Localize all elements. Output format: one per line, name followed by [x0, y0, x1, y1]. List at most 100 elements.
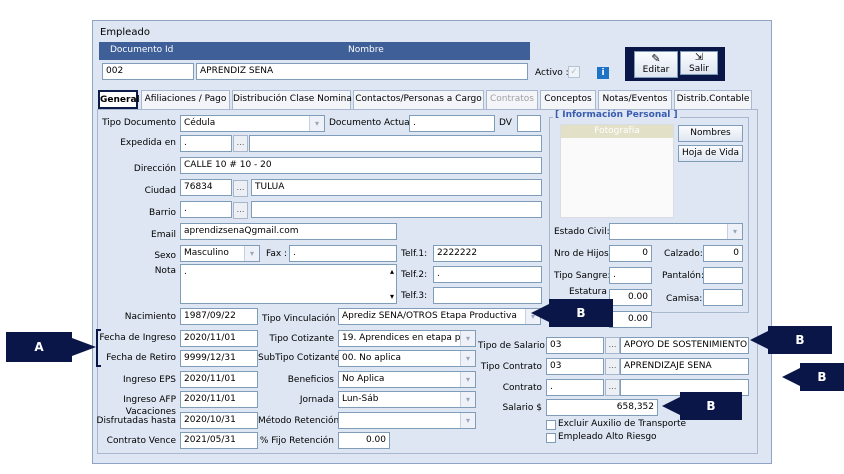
camisa-field[interactable] — [703, 289, 743, 306]
jornada-value: Lun-Sáb — [342, 394, 379, 404]
tipo-salario-name-field[interactable]: APOYO DE SOSTENIMIENTO — [620, 337, 749, 354]
fax-field[interactable]: . — [289, 245, 397, 262]
fijo-retencion-field[interactable]: 0.00 — [338, 432, 390, 449]
telf3-field[interactable] — [433, 287, 542, 304]
contrato-code-field[interactable]: . — [546, 379, 604, 396]
ciudad-code-field[interactable]: 76834 — [180, 179, 232, 196]
nacimiento-field[interactable]: 1987/09/22 — [180, 308, 258, 325]
jornada-label: Jornada — [299, 395, 334, 405]
email-field[interactable]: aprendizsenaQgmail.com — [180, 223, 397, 240]
personal-info-title: [ Información Personal ] — [553, 110, 680, 120]
callout-b-vinculacion: B — [549, 299, 613, 327]
expedida-code-field[interactable]: . — [180, 135, 232, 152]
barrio-code-field[interactable]: . — [180, 201, 232, 218]
tipo-cotizante-select[interactable]: 19. Aprendices en etapa produ ▾ — [338, 330, 476, 347]
tab-general[interactable]: General — [98, 90, 140, 109]
tipo-contrato-lookup-button[interactable]: … — [605, 358, 620, 375]
tab-distribucion-clase-nomina[interactable]: Distribución Clase Nomina — [232, 90, 352, 109]
name-field[interactable]: APRENDIZ SENA — [196, 63, 528, 80]
excluir-auxilio-checkbox[interactable] — [546, 420, 556, 430]
pantalon-field[interactable] — [703, 267, 743, 284]
documento-actual-field[interactable]: . — [409, 115, 495, 132]
vacaciones-field[interactable]: 2020/10/31 — [180, 412, 258, 429]
chevron-down-icon: ▾ — [460, 331, 475, 346]
salir-button[interactable]: ⇲ Salir — [680, 51, 718, 75]
contrato-vence-field[interactable]: 2021/05/31 — [180, 432, 258, 449]
document-id-field[interactable]: 002 — [102, 63, 194, 80]
nro-hijos-field[interactable]: 0 — [609, 245, 652, 262]
tipo-salario-code-field[interactable]: 03 — [546, 337, 604, 354]
callout-b-vinculacion-arrow — [531, 304, 549, 322]
nota-textarea[interactable]: . ▴ ▾ — [180, 264, 397, 304]
alto-riesgo-checkbox[interactable] — [546, 433, 556, 443]
barrio-name-field[interactable] — [251, 201, 542, 218]
tipo-sangre-field[interactable]: . — [609, 267, 652, 284]
activo-label: Activo : — [535, 68, 569, 78]
tipo-vinculacion-select[interactable]: Aprediz SENA/OTROS Etapa Productiva ▾ — [338, 308, 541, 325]
telf1-field[interactable]: 2222222 — [433, 245, 542, 262]
barrio-lookup-button[interactable]: … — [233, 202, 248, 219]
nacimiento-label: Nacimiento — [124, 312, 176, 322]
expedida-name-field[interactable] — [249, 135, 542, 152]
estatura-label: Estatura — [569, 287, 607, 297]
beneficios-label: Beneficios — [287, 375, 334, 385]
tipo-documento-select[interactable]: Cédula ▾ — [180, 115, 325, 132]
expedida-lookup-button[interactable]: … — [233, 135, 248, 152]
scroll-up-icon[interactable]: ▴ — [390, 267, 394, 276]
bracket-a — [96, 329, 101, 367]
tab-distrib-contable[interactable]: Distrib.Contable — [674, 90, 752, 109]
sexo-select[interactable]: Masculino ▾ — [180, 245, 260, 262]
sexo-value: Masculino — [184, 248, 229, 258]
contrato-lookup-button[interactable]: … — [605, 379, 620, 396]
fecha-ingreso-field[interactable]: 2020/11/01 — [180, 330, 258, 347]
tab-conceptos[interactable]: Conceptos — [540, 90, 596, 109]
peso-field[interactable]: 0.00 — [609, 311, 652, 328]
ingreso-afp-field[interactable]: 2020/11/01 — [180, 391, 258, 408]
direccion-label: Dirección — [133, 164, 176, 174]
photo-box[interactable]: Fotografía — [560, 124, 674, 218]
ciudad-lookup-button[interactable]: … — [233, 180, 248, 197]
info-icon[interactable]: i — [597, 67, 609, 79]
tab-contactos[interactable]: Contactos/Personas a Cargo — [353, 90, 484, 109]
activo-checkbox[interactable]: ✓ — [568, 66, 580, 78]
fecha-retiro-label: Fecha de Retiro — [106, 353, 176, 363]
tipo-vinculacion-value: Aprediz SENA/OTROS Etapa Productiva — [342, 311, 517, 321]
hoja-de-vida-button[interactable]: Hoja de Vida — [678, 145, 743, 162]
ciudad-name-field[interactable]: TULUA — [251, 179, 542, 196]
salario-field[interactable]: 658,352 — [546, 399, 658, 416]
scroll-down-icon[interactable]: ▾ — [390, 292, 394, 301]
ingreso-eps-field[interactable]: 2020/11/01 — [180, 371, 258, 388]
telf2-field[interactable]: . — [433, 266, 542, 283]
nombres-button[interactable]: Nombres — [678, 125, 743, 142]
callout-b-tipo-salario: B — [768, 326, 832, 354]
editar-button[interactable]: ✎ Editar — [634, 51, 678, 78]
jornada-select[interactable]: Lun-Sáb ▾ — [338, 391, 476, 408]
tipo-cotizante-label: Tipo Cotizante — [269, 334, 334, 344]
fecha-retiro-field[interactable]: 9999/12/31 — [180, 350, 258, 367]
tipo-vinculacion-label: Tipo Vinculación — [262, 314, 336, 324]
callout-b-salario-arrow — [662, 397, 680, 415]
nro-hijos-label: Nro de Hijos — [554, 249, 609, 259]
tab-notas-eventos[interactable]: Notas/Eventos — [598, 90, 672, 109]
direccion-field[interactable]: CALLE 10 # 10 - 20 — [180, 157, 542, 174]
estatura-field[interactable]: 0.00 — [609, 289, 652, 306]
editar-label: Editar — [642, 65, 670, 75]
subtipo-cotizante-select[interactable]: 00. No aplica ▾ — [338, 350, 476, 367]
fax-label: Fax : — [266, 249, 288, 259]
estado-civil-label: Estado Civil: — [554, 227, 610, 237]
calzado-field[interactable]: 0 — [703, 245, 743, 262]
beneficios-select[interactable]: No Aplica ▾ — [338, 371, 476, 388]
tab-afiliaciones-pago[interactable]: Afiliaciones / Pago — [141, 90, 230, 109]
chevron-down-icon: ▾ — [460, 351, 475, 366]
beneficios-value: No Aplica — [342, 374, 385, 384]
tab-contratos[interactable]: Contratos — [486, 90, 538, 109]
tipo-salario-lookup-button[interactable]: … — [605, 337, 620, 354]
documento-actual-label: Documento Actual — [329, 118, 413, 128]
tipo-contrato-code-field[interactable]: 03 — [546, 358, 604, 375]
dv-field[interactable] — [517, 115, 541, 132]
tipo-contrato-name-field[interactable]: APRENDIZAJE SENA — [620, 358, 749, 375]
metodo-retencion-select[interactable]: ▾ — [338, 412, 476, 429]
estado-civil-select[interactable]: ▾ — [609, 223, 743, 240]
name-header: Nombre — [348, 45, 384, 55]
callout-b-tipo-salario-arrow — [750, 331, 768, 349]
